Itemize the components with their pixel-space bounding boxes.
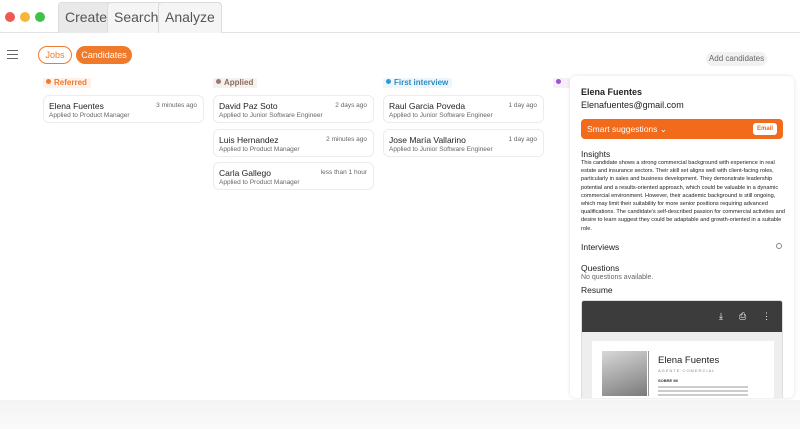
resume-page: Elena Fuentes AGENTE COMERCIAL SOBRE MI (592, 341, 774, 398)
add-interview-icon[interactable] (776, 243, 782, 249)
divider (648, 351, 649, 396)
candidate-name: Elena Fuentes (49, 101, 104, 111)
candidate-job: Applied to Junior Software Engineer (219, 112, 323, 119)
column-header-first-interview: First interview (383, 78, 453, 88)
minimize-window-button[interactable] (20, 12, 30, 22)
candidate-time: 2 days ago (335, 102, 367, 109)
resume-viewer[interactable]: ⤓ ⎙ ⋮ Elena Fuentes AGENTE COMERCIAL SOB… (581, 300, 783, 398)
candidate-card[interactable]: Jose María Vallarino Applied to Junior S… (383, 129, 544, 157)
status-dot-icon (386, 79, 391, 84)
add-candidates-button[interactable]: Add candidates (706, 52, 767, 66)
column-header-partial: Se (553, 78, 570, 88)
resume-text-line (658, 394, 748, 396)
smart-suggestions-dropdown[interactable]: Smart suggestions ⌄ Email (581, 119, 783, 139)
candidate-name: Jose María Vallarino (389, 135, 466, 145)
candidate-job: Applied to Product Manager (219, 179, 300, 186)
questions-title: Questions (581, 263, 620, 273)
candidate-job: Applied to Junior Software Engineer (389, 112, 493, 119)
email-button[interactable]: Email (752, 123, 777, 135)
more-options-icon[interactable]: ⋮ (762, 311, 771, 322)
candidate-time: 2 minutes ago (326, 136, 367, 143)
status-dot-icon (556, 79, 561, 84)
resume-name: Elena Fuentes (658, 355, 720, 366)
column-header-referred: Referred (43, 78, 91, 88)
interviews-title: Interviews (581, 242, 620, 252)
tab-search[interactable]: Search (107, 2, 166, 33)
bottom-area (0, 400, 800, 429)
status-dot-icon (46, 79, 51, 84)
candidate-time: 3 minutes ago (156, 102, 197, 109)
no-questions-text: No questions available. (581, 274, 654, 281)
candidate-time: 1 day ago (508, 136, 537, 143)
insights-text: This candidate shows a strong commercial… (581, 160, 785, 232)
print-icon[interactable]: ⎙ (739, 311, 746, 322)
download-icon[interactable]: ⤓ (719, 311, 723, 322)
candidate-name: Luis Hernandez (219, 135, 279, 145)
candidate-job: Applied to Product Manager (219, 146, 300, 153)
status-dot-icon (216, 79, 221, 84)
column-header-applied: Applied (213, 78, 258, 88)
resume-photo (602, 351, 647, 396)
resume-text-line (658, 386, 748, 388)
resume-text-line (658, 390, 748, 392)
resume-role: AGENTE COMERCIAL (658, 368, 716, 373)
candidate-card[interactable]: David Paz Soto Applied to Junior Softwar… (213, 95, 374, 123)
smart-suggestions-label: Smart suggestions ⌄ (587, 124, 667, 134)
candidates-button[interactable]: Candidates (76, 46, 132, 64)
candidate-time: 1 day ago (508, 102, 537, 109)
resume-toolbar: ⤓ ⎙ ⋮ (582, 301, 782, 332)
candidate-detail-name: Elena Fuentes (581, 87, 643, 97)
jobs-button[interactable]: Jobs (38, 46, 72, 64)
candidate-detail-email: Elenafuentes@gmail.com (581, 100, 684, 110)
menu-icon[interactable] (7, 50, 18, 59)
close-window-button[interactable] (5, 12, 15, 22)
candidate-name: Raul Garcia Poveda (389, 101, 466, 111)
candidate-name: Carla Gallego (219, 168, 271, 178)
resume-title: Resume (581, 285, 613, 295)
title-bar: Create Search Analyze (0, 0, 800, 33)
candidate-card[interactable]: Luis Hernandez Applied to Product Manage… (213, 129, 374, 157)
candidate-card[interactable]: Raul Garcia Poveda Applied to Junior Sof… (383, 95, 544, 123)
candidate-detail-panel: Elena Fuentes Elenafuentes@gmail.com Sma… (570, 76, 794, 398)
resume-about-heading: SOBRE MI (658, 378, 678, 383)
candidate-name: David Paz Soto (219, 101, 278, 111)
candidate-job: Applied to Product Manager (49, 112, 130, 119)
candidate-job: Applied to Junior Software Engineer (389, 146, 493, 153)
candidate-time: less than 1 hour (320, 169, 367, 176)
maximize-window-button[interactable] (35, 12, 45, 22)
tab-analyze[interactable]: Analyze (158, 2, 222, 33)
candidate-card[interactable]: Elena Fuentes Applied to Product Manager… (43, 95, 204, 123)
tab-create[interactable]: Create (58, 2, 115, 33)
candidate-card[interactable]: Carla Gallego Applied to Product Manager… (213, 162, 374, 190)
insights-title: Insights (581, 149, 611, 159)
